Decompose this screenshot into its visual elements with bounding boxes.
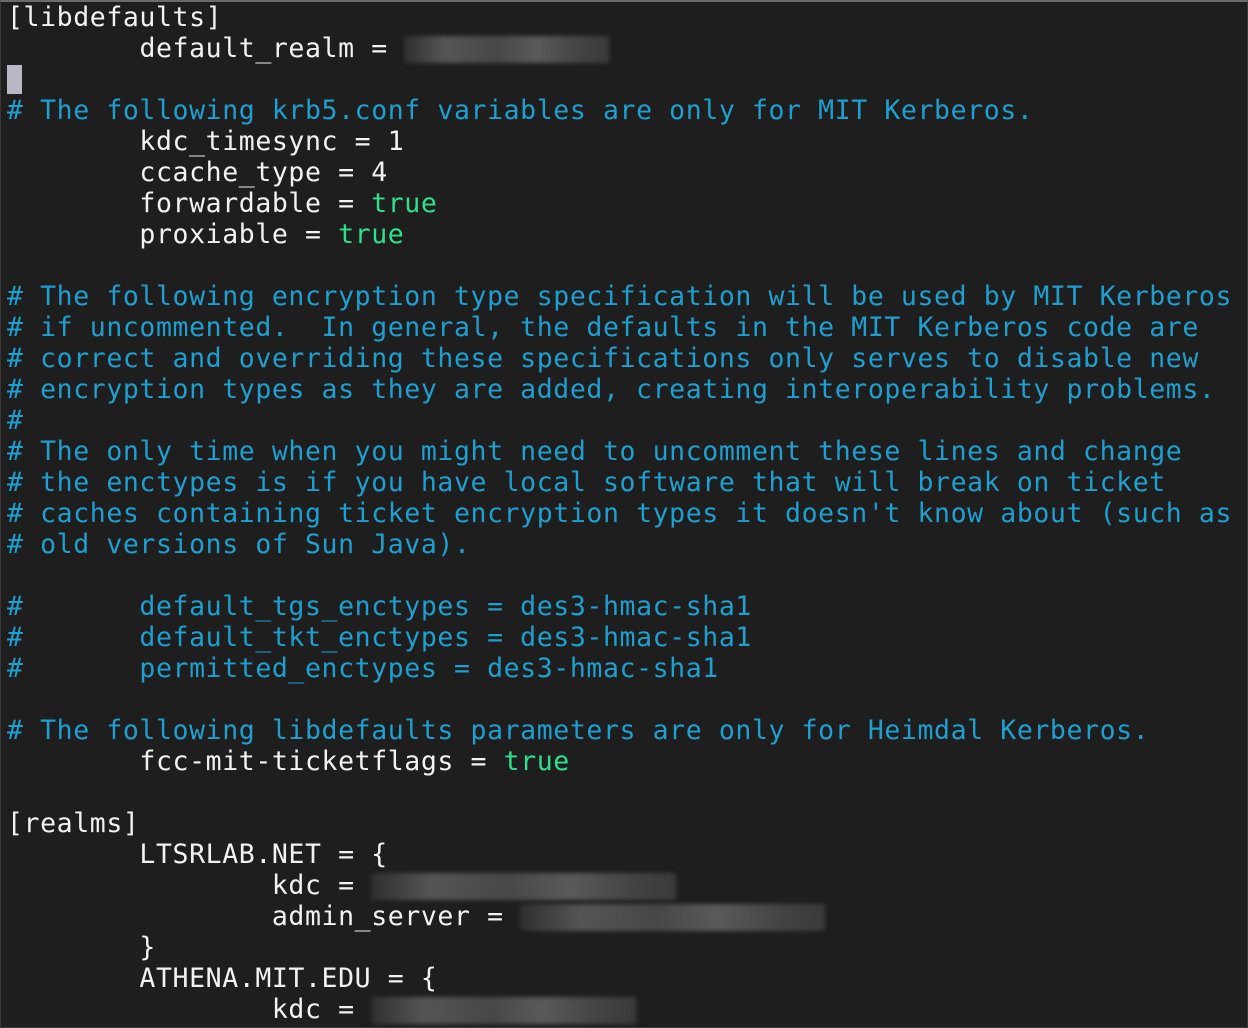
terminal-line: ATHENA.MIT.EDU = { [7, 963, 1232, 994]
terminal-line: # default_tgs_enctypes = des3-hmac-sha1 [7, 591, 1232, 622]
config-text: LTSRLAB.NET = { [7, 839, 388, 870]
terminal-line: # The following krb5.conf variables are … [7, 95, 1232, 126]
config-comment: # [7, 405, 24, 436]
terminal-text-area[interactable]: [libdefaults] default_realm = # The foll… [7, 2, 1232, 1025]
terminal-line: default_realm = [7, 33, 1232, 64]
config-key: kdc = [271, 870, 372, 901]
terminal-line: [realms] [7, 808, 1232, 839]
config-comment: # encryption types as they are added, cr… [7, 374, 1216, 405]
config-key: admin_server = [271, 901, 521, 932]
config-boolean-value: true [503, 746, 570, 777]
terminal-line: kdc = [7, 870, 1232, 901]
terminal-line: kdc_timesync = 1 [7, 126, 1232, 157]
config-comment: # the enctypes is if you have local soft… [7, 467, 1166, 498]
config-text: ATHENA.MIT.EDU = { [7, 963, 438, 994]
terminal-line: fcc-mit-ticketflags = true [7, 746, 1232, 777]
config-text: [realms] [7, 808, 140, 839]
config-comment: # correct and overriding these specifica… [7, 343, 1199, 374]
terminal-line: # The following encryption type specific… [7, 281, 1232, 312]
config-comment: # permitted_enctypes = des3-hmac-sha1 [7, 653, 719, 684]
terminal-line: # correct and overriding these specifica… [7, 343, 1232, 374]
terminal-line: # default_tkt_enctypes = des3-hmac-sha1 [7, 622, 1232, 653]
terminal-line: # caches containing ticket encryption ty… [7, 498, 1232, 529]
terminal-line: [libdefaults] [7, 2, 1232, 33]
terminal-line: forwardable = true [7, 188, 1232, 219]
config-key: proxiable = [7, 219, 339, 250]
config-comment: # The only time when you might need to u… [7, 436, 1183, 467]
terminal-line [7, 64, 1232, 95]
config-comment: # default_tkt_enctypes = des3-hmac-sha1 [7, 622, 752, 653]
terminal-line: ccache_type = 4 [7, 157, 1232, 188]
config-boolean-value: true [338, 219, 405, 250]
redacted-value [520, 904, 826, 931]
terminal-line: admin_server = [7, 901, 1232, 932]
config-key: default_realm = [139, 33, 405, 64]
terminal-line: } [7, 932, 1232, 963]
terminal-line: # old versions of Sun Java). [7, 529, 1232, 560]
terminal-line: # the enctypes is if you have local soft… [7, 467, 1232, 498]
config-boolean-value: true [371, 188, 438, 219]
terminal-line: # permitted_enctypes = des3-hmac-sha1 [7, 653, 1232, 684]
config-text: ccache_type = 4 [7, 157, 388, 188]
terminal-line: proxiable = true [7, 219, 1232, 250]
config-comment: # default_tgs_enctypes = des3-hmac-sha1 [7, 591, 752, 622]
terminal-line: # if uncommented. In general, the defaul… [7, 312, 1232, 343]
config-key: fcc-mit-ticketflags = [7, 746, 504, 777]
config-comment: # The following krb5.conf variables are … [7, 95, 1034, 126]
config-key: kdc = [271, 994, 372, 1025]
config-text: } [7, 932, 156, 963]
terminal-line: LTSRLAB.NET = { [7, 839, 1232, 870]
redacted-value [404, 36, 610, 63]
terminal-line: kdc = [7, 994, 1232, 1025]
config-text: kdc_timesync = 1 [7, 126, 405, 157]
config-text: [libdefaults] [7, 2, 223, 33]
config-comment: # The following encryption type specific… [7, 281, 1233, 312]
config-comment: # caches containing ticket encryption ty… [7, 498, 1233, 529]
config-key: forwardable = [7, 188, 372, 219]
config-comment: # if uncommented. In general, the defaul… [7, 312, 1199, 343]
terminal-line: # encryption types as they are added, cr… [7, 374, 1232, 405]
redacted-value [371, 873, 677, 900]
config-comment: # old versions of Sun Java). [7, 529, 471, 560]
text-cursor [7, 65, 22, 94]
config-comment: # The following libdefaults parameters a… [7, 715, 1150, 746]
redacted-value [371, 997, 637, 1024]
terminal-line: # [7, 405, 1232, 436]
terminal-line: # The only time when you might need to u… [7, 436, 1232, 467]
terminal-line: # The following libdefaults parameters a… [7, 715, 1232, 746]
